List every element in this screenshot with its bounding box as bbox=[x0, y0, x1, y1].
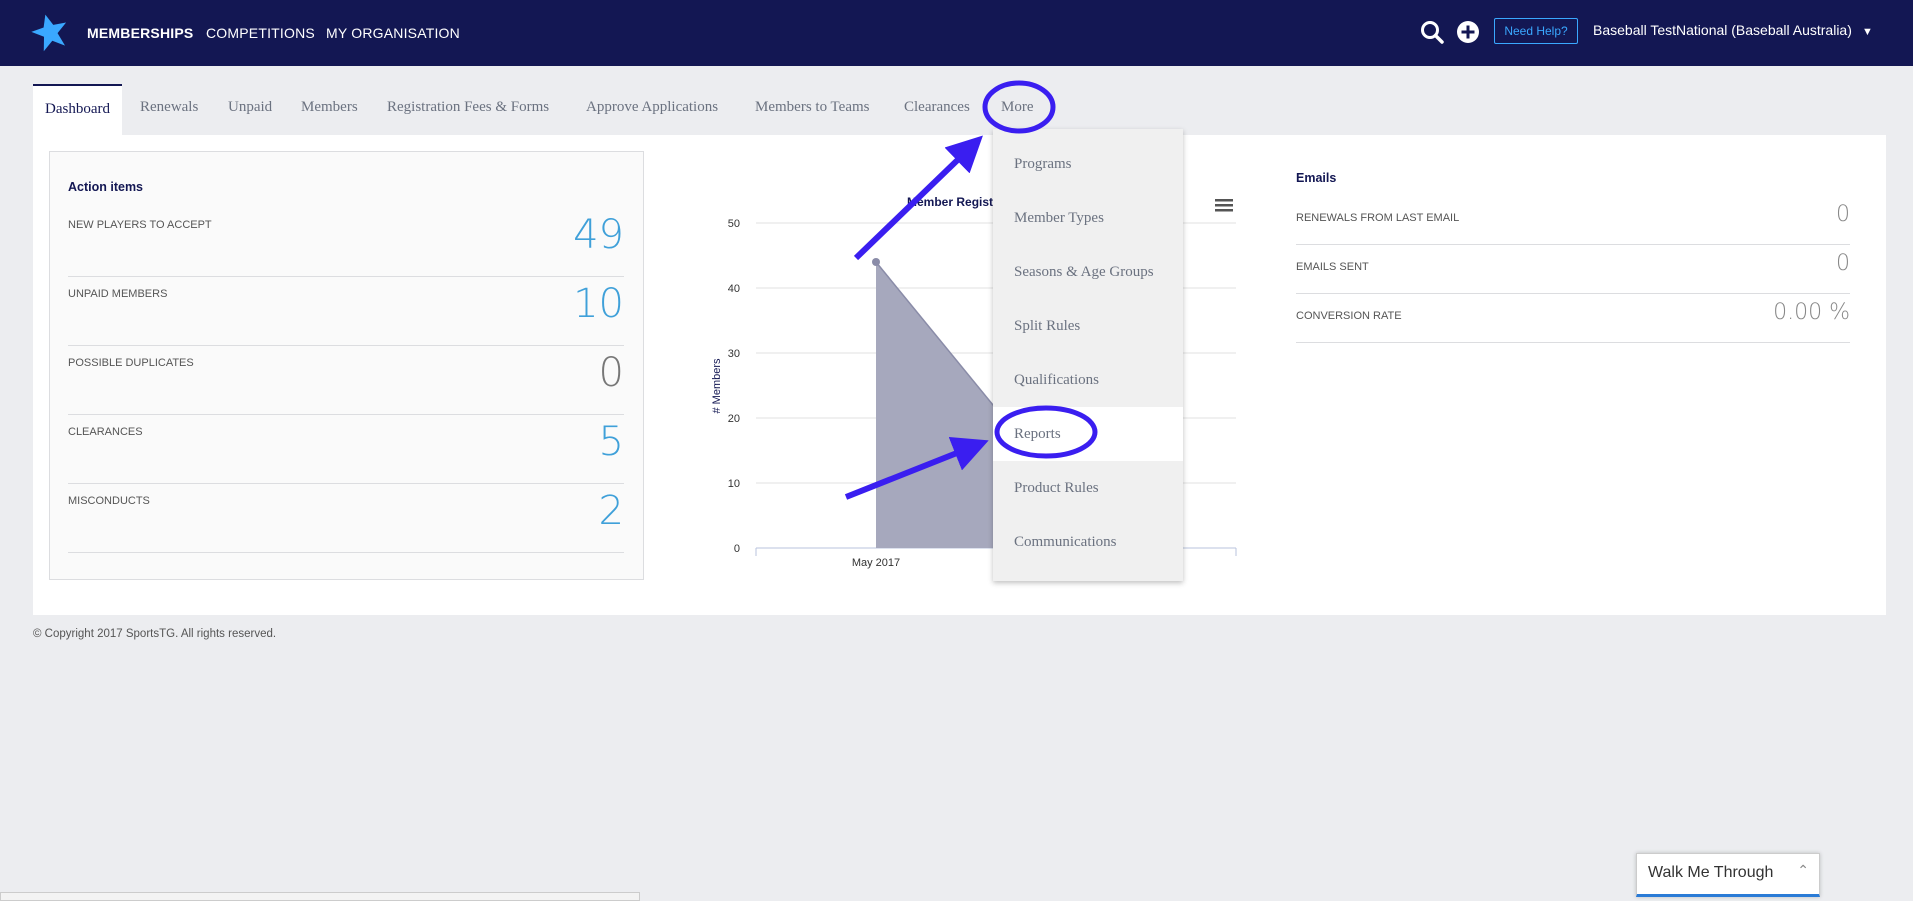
action-item-row[interactable]: CLEARANCES 5 bbox=[68, 415, 624, 484]
chart-y-tick-label: 30 bbox=[728, 348, 740, 360]
chart-x-ticks: May 2017 bbox=[852, 557, 900, 569]
tab-members[interactable]: Members bbox=[301, 84, 358, 136]
tab-approve-applications[interactable]: Approve Applications bbox=[586, 84, 718, 136]
tab-dashboard[interactable]: Dashboard bbox=[33, 84, 122, 137]
email-stat-label: EMAILS SENT bbox=[1296, 261, 1369, 273]
action-items-title: Action items bbox=[68, 180, 144, 194]
email-stat-value: 0 bbox=[1836, 251, 1850, 276]
tab-members-to-teams[interactable]: Members to Teams bbox=[755, 84, 870, 136]
star-logo-icon[interactable] bbox=[30, 12, 70, 52]
chart-y-tick-label: 10 bbox=[728, 478, 740, 490]
action-item-label: POSSIBLE DUPLICATES bbox=[68, 357, 194, 369]
tab-unpaid[interactable]: Unpaid bbox=[228, 84, 272, 136]
tab-registration-fees-forms[interactable]: Registration Fees & Forms bbox=[387, 84, 549, 136]
chart-y-tick-label: 20 bbox=[728, 413, 740, 425]
organisation-selector[interactable]: Baseball TestNational (Baseball Australi… bbox=[1593, 22, 1852, 38]
action-item-label: NEW PLAYERS TO ACCEPT bbox=[68, 219, 212, 231]
action-item-value[interactable]: 10 bbox=[573, 281, 624, 327]
action-item-label: MISCONDUCTS bbox=[68, 495, 150, 507]
action-item-value[interactable]: 0 bbox=[599, 350, 624, 396]
action-item-value[interactable]: 5 bbox=[599, 419, 624, 465]
chart-title: Member Regist bbox=[907, 195, 993, 209]
need-help-button[interactable]: Need Help? bbox=[1494, 18, 1578, 44]
menu-item-communications[interactable]: Communications bbox=[993, 515, 1183, 569]
email-stat-row: CONVERSION RATE 0.00 % bbox=[1296, 294, 1850, 343]
chart-menu-icon[interactable] bbox=[1215, 198, 1233, 212]
chart-x-tick-label: May 2017 bbox=[852, 557, 900, 569]
email-stat-row: RENEWALS FROM LAST EMAIL 0 bbox=[1296, 196, 1850, 245]
menu-item-reports[interactable]: Reports bbox=[993, 407, 1183, 461]
action-item-label: UNPAID MEMBERS bbox=[68, 288, 168, 300]
walk-me-through-button[interactable]: Walk Me Through ⌃ bbox=[1636, 853, 1820, 897]
menu-item-split-rules[interactable]: Split Rules bbox=[993, 299, 1183, 353]
nav-competitions[interactable]: COMPETITIONS bbox=[206, 25, 315, 41]
email-stat-value: 0.00 % bbox=[1773, 300, 1850, 325]
chevron-up-icon[interactable]: ⌃ bbox=[1797, 862, 1809, 879]
caret-down-icon[interactable]: ▼ bbox=[1862, 26, 1873, 38]
action-item-value[interactable]: 49 bbox=[573, 212, 624, 258]
menu-item-programs[interactable]: Programs bbox=[993, 137, 1183, 191]
email-stat-label: RENEWALS FROM LAST EMAIL bbox=[1296, 212, 1460, 224]
add-icon[interactable] bbox=[1455, 19, 1481, 45]
browser-status-bar bbox=[0, 892, 640, 901]
menu-item-product-rules[interactable]: Product Rules bbox=[993, 461, 1183, 515]
tab-clearances[interactable]: Clearances bbox=[904, 84, 970, 136]
chart-y-tick-label: 50 bbox=[728, 218, 740, 230]
search-icon[interactable] bbox=[1419, 19, 1445, 45]
email-stat-value: 0 bbox=[1836, 202, 1850, 227]
action-item-row[interactable]: POSSIBLE DUPLICATES 0 bbox=[68, 346, 624, 415]
nav-my-organisation[interactable]: MY ORGANISATION bbox=[326, 25, 460, 41]
email-stat-label: CONVERSION RATE bbox=[1296, 310, 1402, 322]
chart-y-tick-label: 40 bbox=[728, 283, 740, 295]
nav-memberships[interactable]: MEMBERSHIPS bbox=[87, 25, 193, 41]
menu-item-seasons-age-groups[interactable]: Seasons & Age Groups bbox=[993, 245, 1183, 299]
more-dropdown-menu: Programs Member Types Seasons & Age Grou… bbox=[993, 129, 1183, 581]
chart-y-tick-label: 0 bbox=[734, 543, 740, 555]
email-stat-row: EMAILS SENT 0 bbox=[1296, 245, 1850, 294]
action-item-row[interactable]: NEW PLAYERS TO ACCEPT 49 bbox=[68, 208, 624, 277]
action-item-row[interactable]: UNPAID MEMBERS 10 bbox=[68, 277, 624, 346]
action-item-label: CLEARANCES bbox=[68, 426, 143, 438]
emails-title: Emails bbox=[1296, 171, 1337, 185]
chart-data-point[interactable] bbox=[872, 258, 880, 266]
action-item-row[interactable]: MISCONDUCTS 2 bbox=[68, 484, 624, 553]
top-nav-bar: MEMBERSHIPS COMPETITIONS MY ORGANISATION… bbox=[0, 0, 1913, 66]
menu-item-member-types[interactable]: Member Types bbox=[993, 191, 1183, 245]
menu-item-qualifications[interactable]: Qualifications bbox=[993, 353, 1183, 407]
action-item-value[interactable]: 2 bbox=[599, 488, 624, 534]
tab-renewals[interactable]: Renewals bbox=[140, 84, 198, 136]
action-items-card: Action items NEW PLAYERS TO ACCEPT 49 UN… bbox=[49, 151, 644, 580]
chart-y-axis-label: # Members bbox=[711, 358, 723, 414]
copyright-text: © Copyright 2017 SportsTG. All rights re… bbox=[33, 628, 277, 640]
walk-me-through-label: Walk Me Through bbox=[1648, 864, 1774, 881]
